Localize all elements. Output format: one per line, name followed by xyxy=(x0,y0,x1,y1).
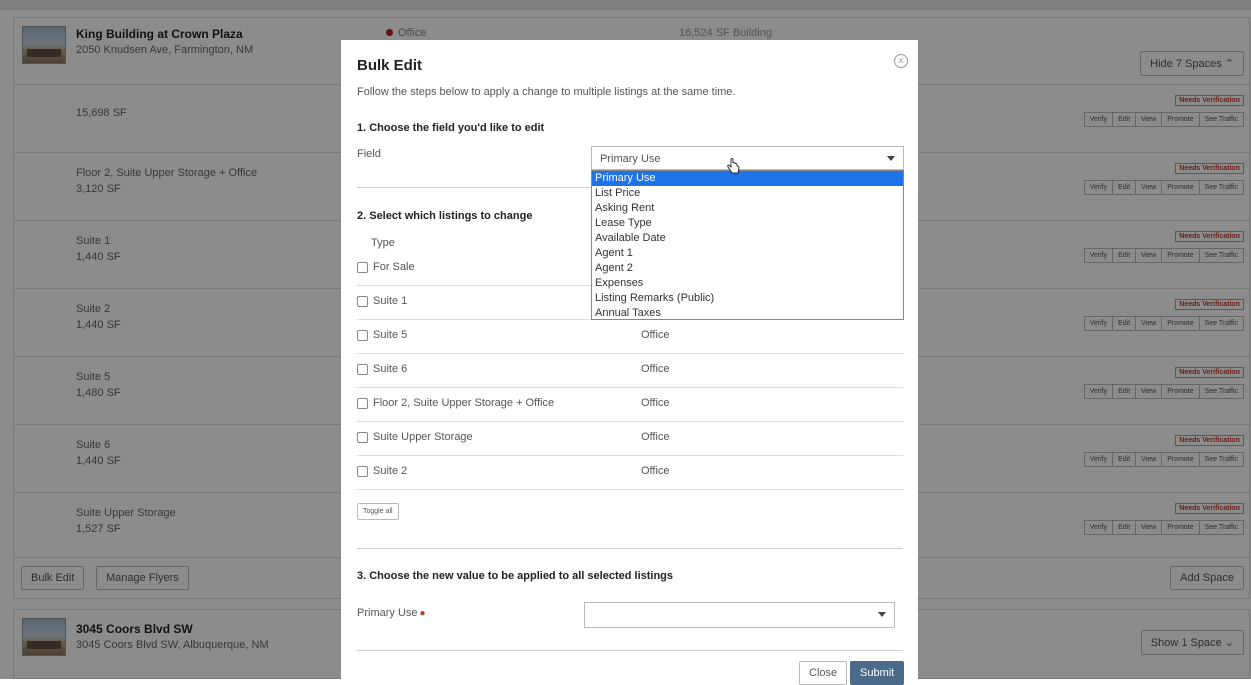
listing-use: Office xyxy=(641,431,670,443)
listing-label[interactable]: Suite 5 xyxy=(373,329,407,341)
listing-row[interactable]: Suite 2 Office xyxy=(357,456,903,490)
bulk-edit-modal: Bulk Edit x Follow the steps below to ap… xyxy=(341,40,918,685)
listing-row[interactable]: Suite 6 Office xyxy=(357,354,903,388)
field-option[interactable]: Listing Remarks (Public) xyxy=(592,291,903,306)
submit-button[interactable]: Submit xyxy=(850,661,905,685)
chevron-down-icon xyxy=(887,156,895,161)
field-option[interactable]: Primary Use xyxy=(592,171,903,186)
listing-checkbox[interactable] xyxy=(357,296,368,307)
listing-label[interactable]: Suite 1 xyxy=(373,295,407,307)
listing-label[interactable]: For Sale xyxy=(373,261,415,273)
new-value-select[interactable] xyxy=(584,602,895,628)
listing-checkbox[interactable] xyxy=(357,330,368,341)
hand-cursor-icon xyxy=(727,158,740,174)
field-option[interactable]: Agent 1 xyxy=(592,246,903,261)
divider xyxy=(357,650,903,651)
new-value-label: Primary Use ● xyxy=(357,607,426,619)
step-1-heading: 1. Choose the field you'd like to edit xyxy=(357,122,545,134)
listing-label[interactable]: Suite 2 xyxy=(373,465,407,477)
field-option[interactable]: Asking Rent xyxy=(592,201,903,216)
field-label: Field xyxy=(357,148,381,160)
step-3-heading: 3. Choose the new value to be applied to… xyxy=(357,570,674,582)
listing-checkbox[interactable] xyxy=(357,398,368,409)
listing-use: Office xyxy=(641,397,670,409)
listing-row[interactable]: Suite 5 Office xyxy=(357,320,903,354)
type-column-header: Type xyxy=(371,237,395,249)
listing-use: Office xyxy=(641,363,670,375)
close-icon[interactable]: x xyxy=(894,54,908,68)
field-option[interactable]: Available Date xyxy=(592,231,903,246)
step-2-heading: 2. Select which listings to change xyxy=(357,210,533,222)
field-select-value: Primary Use xyxy=(600,153,661,165)
listing-label[interactable]: Suite 6 xyxy=(373,363,407,375)
divider xyxy=(357,548,903,549)
listing-checkbox[interactable] xyxy=(357,262,368,273)
listing-checkbox[interactable] xyxy=(357,364,368,375)
toggle-all-button[interactable]: Toggle all xyxy=(357,503,399,520)
listing-row[interactable]: Suite Upper Storage Office xyxy=(357,422,903,456)
field-option[interactable]: Annual Taxes xyxy=(592,306,903,321)
field-options-dropdown[interactable]: Primary Use List Price Asking Rent Lease Ty… xyxy=(591,170,904,320)
listing-use: Office xyxy=(641,329,670,341)
field-option[interactable]: Lease Type xyxy=(592,216,903,231)
listing-use: Office xyxy=(641,465,670,477)
listing-checkbox[interactable] xyxy=(357,432,368,443)
modal-intro: Follow the steps below to apply a change… xyxy=(357,86,736,98)
field-option[interactable]: Expenses xyxy=(592,276,903,291)
listing-label[interactable]: Floor 2, Suite Upper Storage + Office xyxy=(373,397,554,409)
field-option[interactable]: Agent 2 xyxy=(592,261,903,276)
modal-title: Bulk Edit xyxy=(357,57,423,74)
listing-label[interactable]: Suite Upper Storage xyxy=(373,431,473,443)
required-indicator-icon: ● xyxy=(419,608,426,619)
field-select[interactable]: Primary Use xyxy=(591,146,904,170)
listing-row[interactable]: Floor 2, Suite Upper Storage + Office Of… xyxy=(357,388,903,422)
new-value-label-text: Primary Use xyxy=(357,607,418,619)
close-button[interactable]: Close xyxy=(799,661,848,685)
chevron-down-icon xyxy=(878,612,886,617)
field-option[interactable]: List Price xyxy=(592,186,903,201)
listing-checkbox[interactable] xyxy=(357,466,368,477)
